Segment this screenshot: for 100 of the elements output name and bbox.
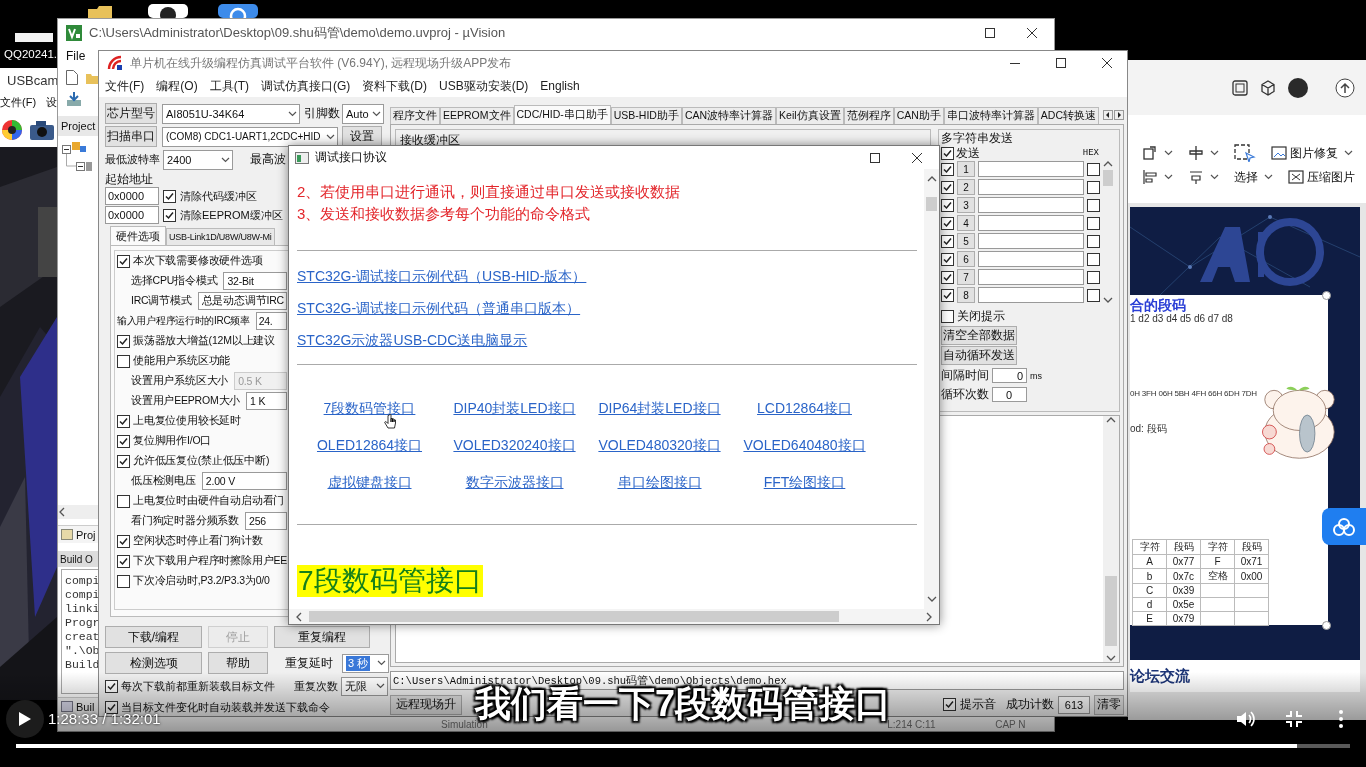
compress-picture-button[interactable]: 压缩图片 bbox=[1288, 169, 1355, 185]
send-button[interactable]: 4 bbox=[957, 215, 975, 231]
field-label: 成功计数 bbox=[1006, 696, 1054, 713]
send-button[interactable]: 2 bbox=[957, 179, 975, 195]
dropdown[interactable]: 256 bbox=[245, 512, 287, 530]
tab[interactable]: ADC转换速 bbox=[1037, 107, 1099, 124]
sample-code-link[interactable]: STC32G-调试接口示例代码（USB-HID-版本） bbox=[297, 260, 587, 292]
option-label: 看门狗定时器分频系数 bbox=[131, 514, 239, 528]
tab[interactable]: CAN助手 bbox=[893, 107, 944, 124]
send-button[interactable]: 3 bbox=[957, 197, 975, 213]
field-label: 间隔时间 bbox=[941, 367, 989, 384]
instruction-text: 3、发送和接收数据参考每个功能的命令格式 bbox=[297, 204, 591, 224]
action-button[interactable]: 重复编程 bbox=[274, 626, 370, 648]
column-header: 段码 bbox=[1166, 539, 1201, 555]
checkbox-label: 振荡器放大增益(12M以上建议 bbox=[133, 334, 275, 348]
address-field[interactable]: 0x0000 bbox=[105, 187, 159, 205]
menu-item[interactable]: 调试仿真接口(G) bbox=[261, 77, 351, 95]
dropdown[interactable]: Auto bbox=[342, 103, 384, 124]
tab[interactable]: USB-Link1D/U8W/U8W-Mi bbox=[166, 228, 275, 245]
tab[interactable]: EEPROM文件 bbox=[440, 107, 514, 124]
action-button[interactable]: 帮助 bbox=[208, 652, 268, 674]
clear-button[interactable]: 清空全部数据 bbox=[941, 326, 1017, 345]
menu-item[interactable]: 工具(T) bbox=[209, 77, 249, 95]
send-button[interactable]: 5 bbox=[957, 233, 975, 249]
checkbox-label: 本次下载需要修改硬件选项 bbox=[133, 254, 263, 268]
dropdown[interactable]: 3 秒 bbox=[342, 653, 389, 673]
sample-code-link[interactable]: STC32G示波器USB-CDC送电脑显示 bbox=[297, 324, 528, 356]
input-field[interactable]: 0 bbox=[992, 387, 1027, 402]
interface-link[interactable]: 数字示波器接口 bbox=[465, 471, 564, 492]
window-title: USBcam bbox=[7, 72, 57, 88]
menu-item[interactable]: 文件(F) bbox=[105, 77, 145, 95]
group-label: 接收缓冲区 bbox=[400, 133, 460, 147]
remote-upgrade-button[interactable]: 远程现场升 bbox=[390, 694, 462, 715]
menu-item[interactable]: 设 bbox=[46, 94, 57, 110]
dropdown[interactable]: 总是动态调节IRC bbox=[197, 292, 287, 310]
reset-button[interactable]: 清零 bbox=[1094, 694, 1124, 715]
unit-label: ms bbox=[1030, 370, 1042, 381]
field-label: 最低波特率 bbox=[105, 152, 160, 167]
checkbox-label: 空闲状态时停止看门狗计数 bbox=[133, 534, 263, 548]
dropdown[interactable]: (COM8) CDC1-UART1,2CDC+HID bbox=[162, 126, 338, 147]
column-header: 段码 bbox=[1234, 539, 1269, 555]
slide-text: 论坛交流 bbox=[1130, 666, 1190, 686]
menu-item[interactable]: English bbox=[540, 79, 580, 93]
dropdown[interactable]: 32-Bit bbox=[223, 272, 287, 290]
interface-link[interactable]: 串口绘图接口 bbox=[617, 471, 702, 492]
menu-item[interactable]: 资料下载(D) bbox=[362, 77, 427, 95]
menu-item[interactable]: 文件(F) bbox=[0, 94, 37, 110]
input-field[interactable]: 24. bbox=[255, 312, 287, 330]
table-cell: 0x5e bbox=[1166, 597, 1201, 612]
auto-send-button[interactable]: 自动循环发送 bbox=[941, 346, 1017, 365]
send-button[interactable]: 7 bbox=[957, 269, 975, 285]
scan-button[interactable]: 扫描串口 bbox=[105, 126, 157, 147]
instruction-text: 2、若使用串口进行通讯，则直接通过串口发送或接收数据 bbox=[297, 182, 681, 202]
tab[interactable]: CAN波特率计算器 bbox=[681, 107, 777, 124]
interface-link[interactable]: 7段数码管接口 bbox=[323, 397, 416, 418]
action-button[interactable]: 下载/编程 bbox=[105, 626, 202, 648]
tab[interactable]: Keil仿真设置 bbox=[776, 107, 844, 124]
slide-text: od: 段码 bbox=[1130, 423, 1167, 435]
field-label: 重复延时 bbox=[285, 654, 333, 672]
dropdown[interactable]: 1 K bbox=[246, 392, 287, 410]
interface-link[interactable]: LCD12864接口 bbox=[757, 397, 852, 418]
panel-tab[interactable]: Buil bbox=[58, 697, 98, 715]
dropdown[interactable]: 2.00 V bbox=[201, 472, 287, 490]
tab[interactable]: 串口波特率计算器 bbox=[943, 107, 1038, 124]
settings-button[interactable]: 设置 bbox=[342, 126, 382, 147]
interface-link[interactable]: DIP64封装LED接口 bbox=[598, 397, 721, 418]
sample-code-link[interactable]: STC32G-调试接口示例代码（普通串口版本） bbox=[297, 292, 581, 324]
interface-link[interactable]: 虚拟键盘接口 bbox=[327, 471, 412, 492]
tab[interactable]: 程序文件 bbox=[390, 107, 440, 124]
table-cell: 空格 bbox=[1200, 568, 1235, 584]
tab[interactable]: 硬件选项 bbox=[110, 226, 166, 245]
menu-item[interactable]: File bbox=[66, 49, 86, 63]
option-label: 选择CPU指令模式 bbox=[131, 274, 218, 288]
input-field[interactable]: 0 bbox=[992, 368, 1027, 383]
address-field[interactable]: 0x0000 bbox=[105, 206, 159, 224]
interface-link[interactable]: DIP40封装LED接口 bbox=[453, 397, 576, 418]
action-button[interactable]: 检测选项 bbox=[105, 652, 202, 674]
select-button[interactable]: 选择 bbox=[1234, 169, 1273, 185]
menu-item[interactable]: USB驱动安装(D) bbox=[439, 77, 529, 95]
menu-item[interactable]: 编程(O) bbox=[156, 77, 198, 95]
field-label: 起始地址 bbox=[105, 170, 153, 188]
dropdown[interactable]: AI8051U-34K64 bbox=[162, 103, 300, 124]
dropdown[interactable]: 无限 bbox=[341, 676, 388, 696]
tab[interactable]: 范例程序 bbox=[843, 107, 894, 124]
interface-link[interactable]: VOLED320240接口 bbox=[453, 434, 576, 455]
dropdown[interactable]: 2400 bbox=[163, 149, 233, 170]
chip-button[interactable]: 芯片型号 bbox=[105, 103, 157, 124]
picture-repair-button[interactable]: 图片修复 bbox=[1271, 145, 1353, 161]
file-label[interactable]: QQ20241. bbox=[4, 48, 58, 60]
interface-link[interactable]: VOLED640480接口 bbox=[743, 434, 866, 455]
interface-link[interactable]: FFT绘图接口 bbox=[763, 471, 846, 492]
panel-tab[interactable]: Proj bbox=[58, 525, 98, 543]
send-button[interactable]: 6 bbox=[957, 251, 975, 267]
interface-link[interactable]: OLED12864接口 bbox=[316, 434, 423, 455]
table-cell: A bbox=[1132, 554, 1167, 569]
interface-link[interactable]: VOLED480320接口 bbox=[598, 434, 721, 455]
tab[interactable]: CDC/HID-串口助手 bbox=[513, 105, 611, 124]
tab[interactable]: USB-HID助手 bbox=[610, 107, 682, 124]
send-button[interactable]: 1 bbox=[957, 161, 975, 177]
send-button[interactable]: 8 bbox=[957, 287, 975, 303]
